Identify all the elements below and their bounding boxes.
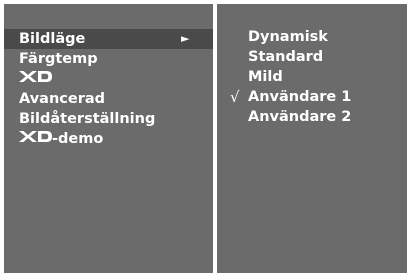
xd-logo-icon	[19, 68, 52, 88]
menu-item-fargtemp[interactable]: Färgtemp	[4, 49, 213, 69]
xd-logo-icon	[19, 128, 52, 148]
menu-item-avancerad[interactable]: Avancerad	[4, 89, 213, 109]
option-anvandare-2[interactable]: Användare 2	[217, 107, 407, 127]
option-dynamisk[interactable]: Dynamisk	[217, 27, 407, 47]
menu-item-bildaterstallning[interactable]: Bildåterställning	[4, 109, 213, 129]
picture-menu: Bildläge ► Färgtemp Avancerad Bildåterst…	[4, 29, 213, 149]
osd-menu-panel: Bildläge ► Färgtemp Avancerad Bildåterst…	[4, 4, 407, 273]
option-label: Standard	[248, 49, 324, 65]
check-mark-icon: √	[230, 88, 240, 106]
option-standard[interactable]: Standard	[217, 47, 407, 67]
option-label: Användare 2	[248, 109, 352, 125]
menu-item-label: Bildläge	[19, 31, 86, 47]
menu-item-xd[interactable]	[4, 69, 213, 89]
picture-mode-submenu: Dynamisk Standard Mild √ Användare 1 Anv…	[217, 27, 407, 127]
menu-item-bildlage[interactable]: Bildläge ►	[4, 29, 213, 49]
menu-item-label: Färgtemp	[19, 51, 98, 67]
menu-item-xd-demo[interactable]: -demo	[4, 129, 213, 149]
menu-item-label: -demo	[52, 131, 104, 147]
menu-item-label: Bildåterställning	[19, 111, 156, 127]
option-anvandare-1[interactable]: √ Användare 1	[217, 87, 407, 107]
menu-item-label: Avancerad	[19, 91, 106, 107]
option-label: Dynamisk	[248, 29, 328, 45]
submenu-arrow-icon: ►	[181, 32, 190, 45]
option-mild[interactable]: Mild	[217, 67, 407, 87]
option-label: Mild	[248, 69, 283, 85]
option-label: Användare 1	[248, 89, 352, 105]
